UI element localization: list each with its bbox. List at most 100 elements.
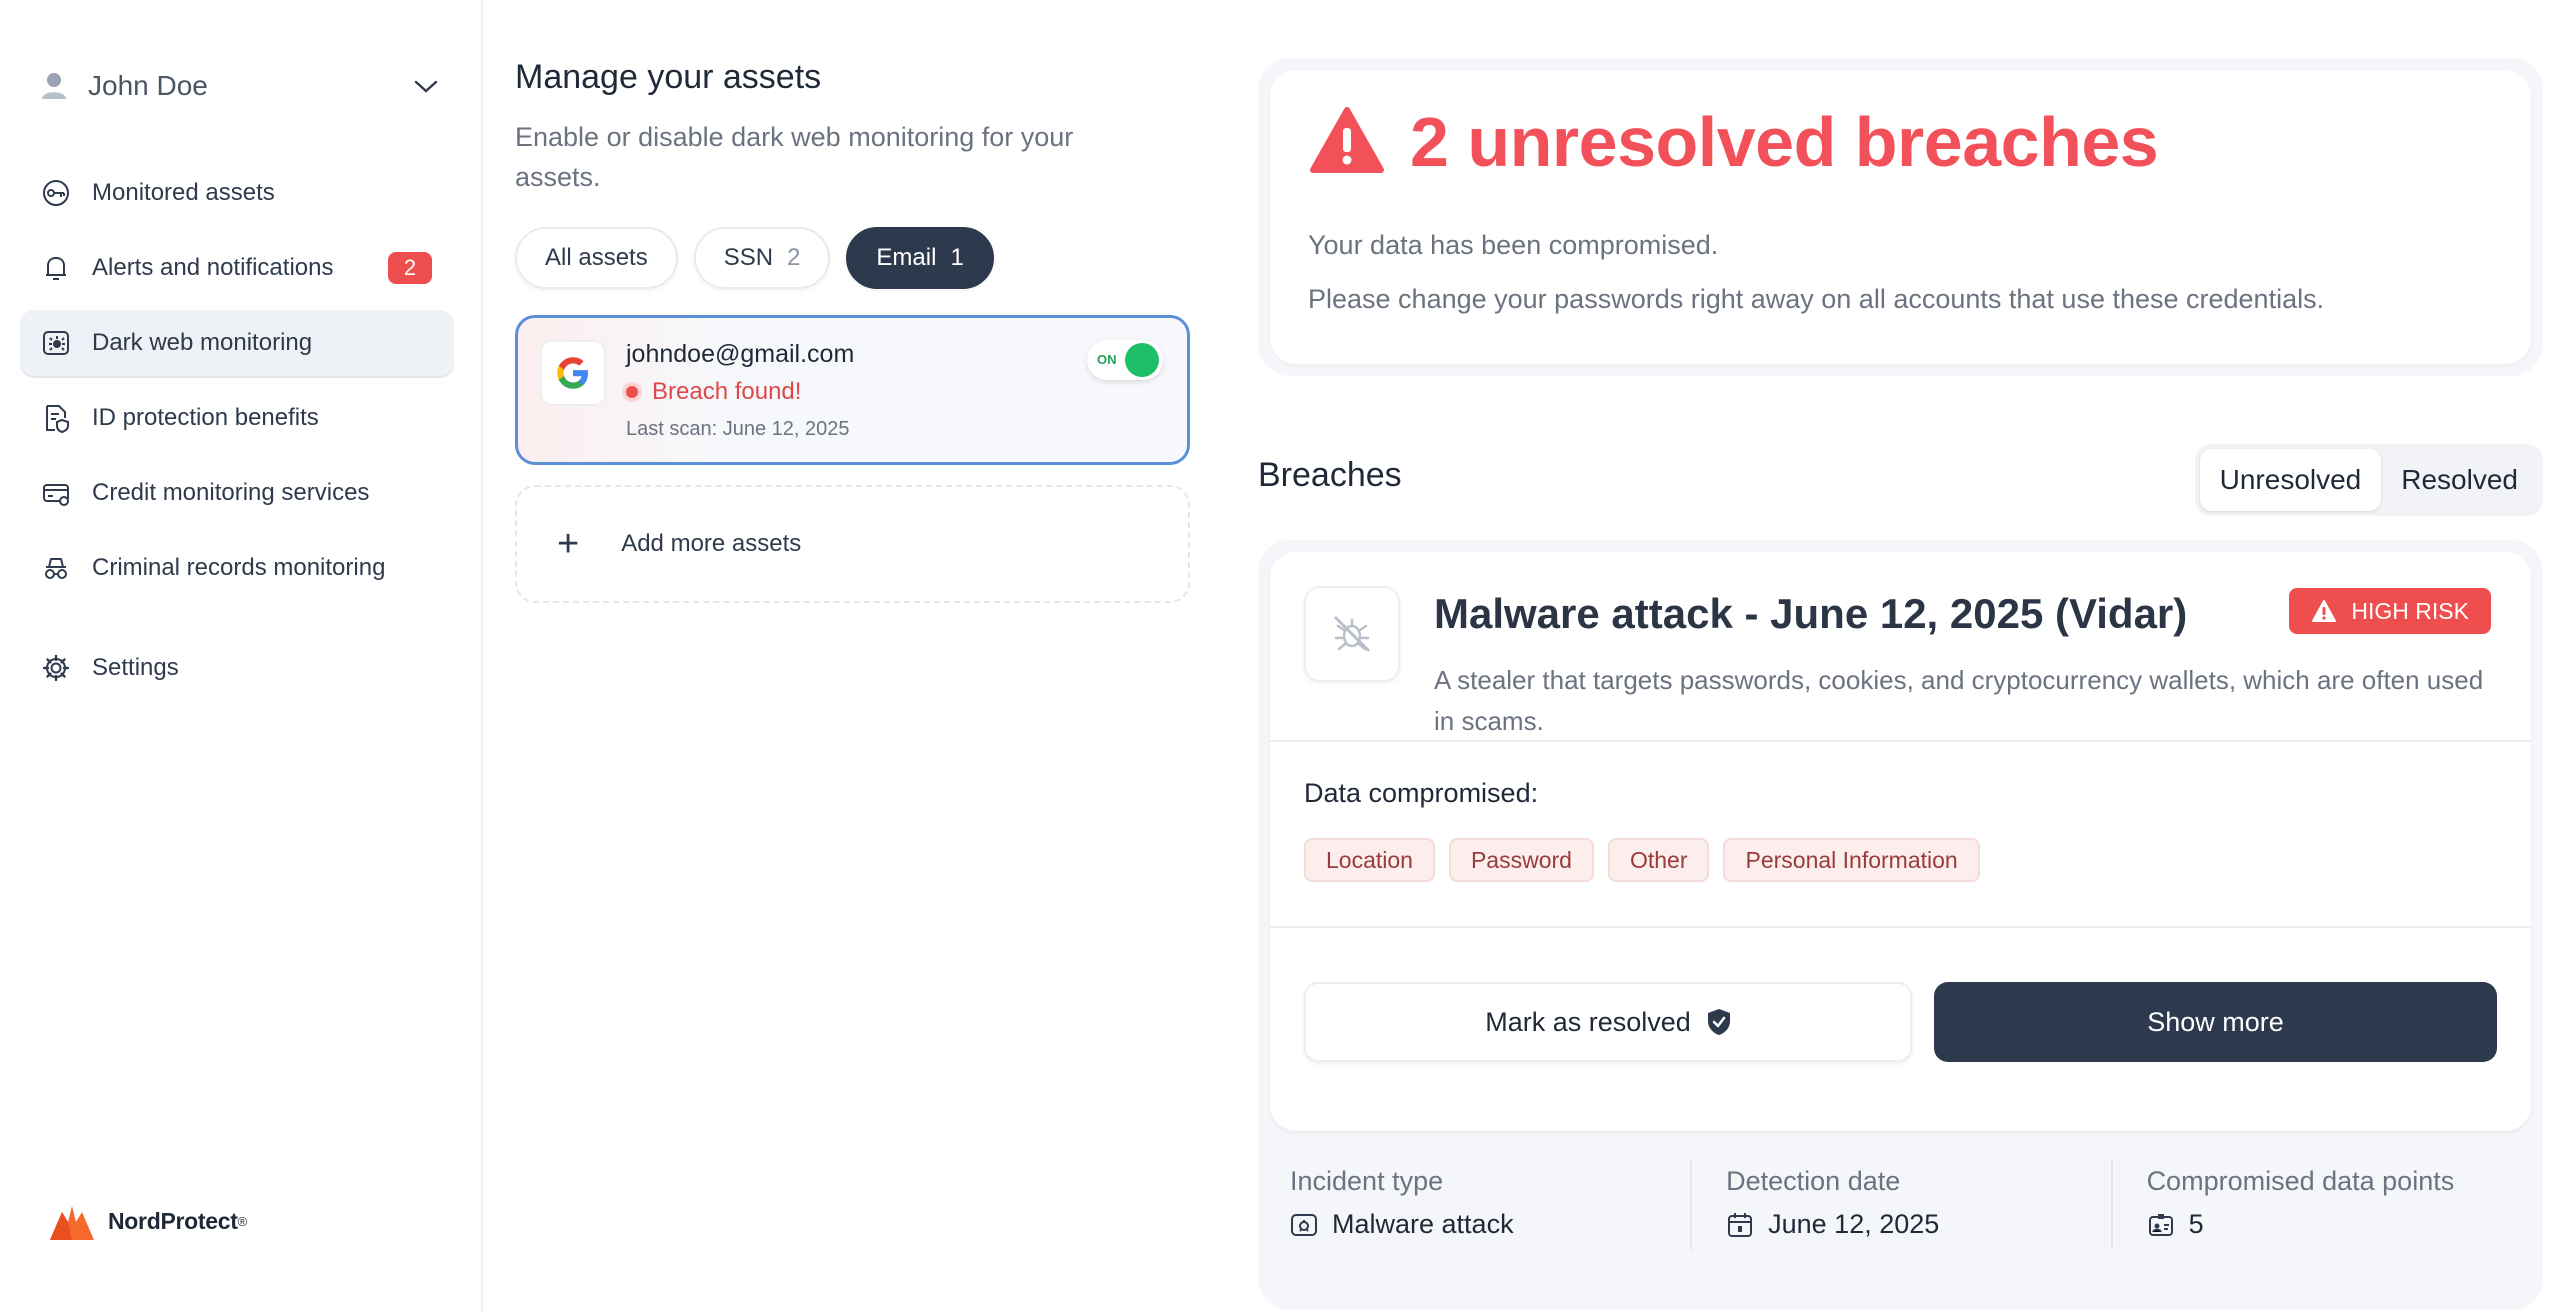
tag-location: Location: [1304, 838, 1435, 882]
filter-label: Email: [876, 244, 937, 271]
meta-detection-date: Detection date June 12, 2025: [1690, 1160, 2110, 1250]
filter-email[interactable]: Email 1: [846, 227, 994, 289]
unresolved-headline: 2 unresolved breaches: [1410, 103, 2159, 181]
add-assets-button[interactable]: + Add more assets: [515, 485, 1190, 603]
monitoring-toggle[interactable]: ON: [1087, 340, 1163, 380]
meta-key: Incident type: [1290, 1166, 1444, 1196]
tab-unresolved[interactable]: Unresolved: [2199, 449, 2382, 511]
key-icon: [43, 180, 69, 206]
alert-dot-icon: [626, 386, 638, 398]
breaches-panel: 2 unresolved breaches Your data has been…: [1258, 58, 2543, 1310]
breaches-header: Breaches Unresolved Resolved: [1258, 444, 2543, 518]
warning-icon: [1310, 107, 1384, 173]
sidebar-item-credit[interactable]: Credit monitoring services: [20, 460, 454, 526]
meta-incident-type: Incident type Malware attack: [1270, 1160, 1690, 1250]
breach-summary-card: 2 unresolved breaches Your data has been…: [1270, 70, 2531, 364]
compromised-tags: Location Password Other Personal Informa…: [1304, 838, 1994, 882]
brand: NordProtect ®: [48, 1198, 247, 1244]
sidebar-item-monitored-assets[interactable]: Monitored assets: [20, 160, 454, 226]
breach-summary: 2 unresolved breaches Your data has been…: [1258, 58, 2543, 376]
meta-value: Malware attack: [1290, 1209, 1690, 1240]
meta-value-text: Malware attack: [1332, 1209, 1514, 1239]
divider: [1270, 926, 2531, 928]
add-assets-label: Add more assets: [621, 530, 802, 557]
meta-value: June 12, 2025: [1726, 1209, 2110, 1240]
shield-check-icon: [1707, 1009, 1730, 1035]
sidebar-item-label: Criminal records monitoring: [92, 554, 386, 581]
sidebar-item-dark-web[interactable]: Dark web monitoring: [20, 310, 454, 376]
incognito-icon: [45, 558, 67, 579]
asset-email: johndoe@gmail.com: [626, 340, 855, 368]
filter-ssn[interactable]: SSN 2: [693, 227, 831, 289]
user-name: John Doe: [88, 70, 208, 101]
data-compromised-label: Data compromised:: [1304, 778, 1539, 808]
breach-status-text: Breach found!: [652, 378, 802, 405]
assets-title: Manage your assets: [515, 58, 822, 96]
plus-icon: +: [557, 523, 580, 565]
alerts-count-badge: 2: [388, 252, 432, 284]
filter-count: 1: [950, 244, 964, 271]
breach-card: Malware attack - June 12, 2025 (Vidar) H…: [1270, 552, 2531, 1131]
google-icon: [540, 340, 606, 406]
user-menu[interactable]: John Doe: [40, 66, 440, 106]
summary-line-2: Please change your passwords right away …: [1308, 284, 2325, 314]
tab-resolved[interactable]: Resolved: [2381, 449, 2538, 511]
calendar-icon: [1728, 1212, 1753, 1237]
meta-key: Detection date: [1726, 1166, 1901, 1196]
risk-badge: HIGH RISK: [2289, 588, 2491, 634]
filter-label: All assets: [545, 244, 648, 271]
chevron-down-icon[interactable]: [412, 72, 440, 100]
filter-label: SSN: [723, 244, 774, 271]
sidebar-item-id-protection[interactable]: ID protection benefits: [20, 385, 454, 451]
meta-data-points: Compromised data points 5: [2110, 1160, 2531, 1250]
mark-as-resolved-button[interactable]: Mark as resolved: [1304, 982, 1912, 1062]
breach-status: Breach found!: [626, 378, 801, 406]
tag-password: Password: [1448, 838, 1594, 882]
asset-filters: All assets SSN 2 Email 1: [515, 227, 1190, 289]
sidebar-item-settings[interactable]: Settings: [20, 635, 454, 701]
meta-value: 5: [2147, 1209, 2531, 1240]
asset-card-email[interactable]: johndoe@gmail.com Breach found! Last sca…: [515, 315, 1190, 465]
sidebar-item-label: Credit monitoring services: [92, 479, 370, 506]
last-scan: Last scan: June 12, 2025: [626, 418, 850, 440]
sidebar-item-criminal-records[interactable]: Criminal records monitoring: [20, 535, 454, 601]
registered-mark: ®: [237, 1213, 248, 1229]
breach-description: A stealer that targets passwords, cookie…: [1434, 665, 2484, 736]
document-shield-icon: [46, 405, 69, 434]
meta-value-text: 5: [2188, 1209, 2204, 1239]
summary-line-1: Your data has been compromised.: [1308, 230, 1719, 260]
brand-name: NordProtect: [108, 1207, 238, 1234]
sidebar: John Doe Monitored assets Alerts and not…: [0, 0, 483, 1312]
sidebar-item-label: Monitored assets: [92, 179, 275, 206]
spider-icon: [43, 331, 69, 355]
sidebar-item-label: ID protection benefits: [92, 404, 319, 431]
toggle-label: ON: [1097, 352, 1117, 367]
sidebar-item-label: Dark web monitoring: [92, 329, 313, 356]
manage-assets-panel: Manage your assets Enable or disable dar…: [515, 58, 1190, 603]
sidebar-item-label: Alerts and notifications: [92, 254, 334, 281]
meta-key: Compromised data points: [2146, 1166, 2455, 1196]
bell-icon: [46, 257, 66, 280]
gear-icon: [42, 654, 70, 682]
filter-count: 2: [787, 244, 801, 271]
tag-other: Other: [1607, 838, 1710, 882]
tag-personal-information: Personal Information: [1723, 838, 1980, 882]
breach-meta: Incident type Malware attack Detection d…: [1270, 1160, 2531, 1250]
breaches-title: Breaches: [1258, 456, 1402, 494]
bug-icon: [1291, 1213, 1317, 1236]
show-more-button[interactable]: Show more: [1934, 982, 2497, 1062]
breach-title: Malware attack - June 12, 2025 (Vidar): [1434, 590, 2188, 637]
breach-item: Malware attack - June 12, 2025 (Vidar) H…: [1258, 540, 2543, 1310]
sidebar-item-alerts[interactable]: Alerts and notifications 2: [20, 235, 454, 301]
meta-value-text: June 12, 2025: [1768, 1209, 1940, 1239]
malware-icon: [1304, 586, 1400, 682]
resolve-label: Mark as resolved: [1485, 1006, 1691, 1037]
assets-description: Enable or disable dark web monitoring fo…: [515, 122, 1074, 192]
toggle-knob: [1125, 343, 1159, 377]
user-icon: [42, 73, 66, 99]
divider: [1270, 740, 2531, 742]
filter-all-assets[interactable]: All assets: [515, 227, 678, 289]
sidebar-item-label: Settings: [92, 654, 179, 681]
breach-status-tabs: Unresolved Resolved: [2194, 444, 2543, 516]
risk-label: HIGH RISK: [2351, 597, 2469, 624]
